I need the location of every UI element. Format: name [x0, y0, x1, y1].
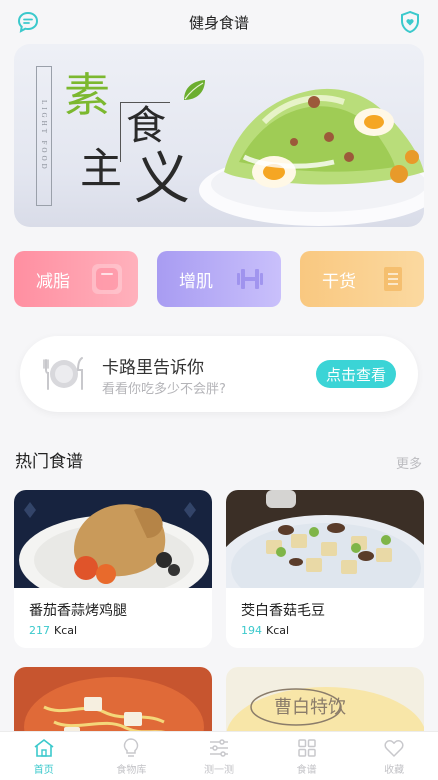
heart-icon: [382, 737, 406, 759]
top-bar: 健身食谱: [0, 0, 438, 44]
tab-label: 食谱: [296, 765, 317, 776]
bulb-icon: [119, 737, 143, 759]
recipe-calories: 217 Kcal: [29, 624, 77, 637]
tab-label: 测一测: [203, 765, 234, 776]
tab-label: 收藏: [384, 765, 405, 776]
plate-cutlery-icon: [43, 357, 83, 390]
category-fat-loss-button[interactable]: 减脂: [14, 251, 138, 307]
banner-title-char-2: 食: [126, 103, 166, 149]
tab-label: 首页: [33, 765, 54, 776]
tab-test[interactable]: 测一测: [175, 732, 263, 780]
banner-title-char-4: 义: [134, 147, 190, 212]
scale-icon: [92, 264, 122, 294]
category-label: 干货: [322, 271, 356, 292]
tab-label: 食物库: [116, 765, 147, 776]
calorie-card[interactable]: 卡路里告诉你 看看你吃多少不会胖? 点击查看: [20, 336, 418, 412]
sliders-icon: [207, 737, 231, 759]
recipe-calories: 194 Kcal: [241, 624, 289, 637]
tab-recipes[interactable]: 食谱: [263, 732, 351, 780]
shield-heart-icon[interactable]: [398, 10, 422, 34]
calorie-card-subtitle: 看看你吃多少不会胖?: [102, 382, 226, 397]
hero-banner[interactable]: LIGHT FOOD 素 食 主 义: [14, 44, 424, 227]
grid-icon: [295, 737, 319, 759]
calorie-card-title: 卡路里告诉你: [102, 358, 204, 378]
category-label: 增肌: [179, 271, 213, 292]
recipe-kcal-unit: Kcal: [266, 624, 290, 637]
recipe-card[interactable]: 茭白香菇毛豆 194 Kcal: [226, 490, 424, 648]
banner-vertical-text: LIGHT FOOD: [40, 100, 48, 172]
recipe-overlay-text: 曹白特饮: [274, 697, 346, 718]
dumbbell-icon: [235, 264, 265, 294]
tab-favorites[interactable]: 收藏: [350, 732, 438, 780]
recipe-kcal-value: 194: [241, 624, 262, 637]
recipe-image: [14, 490, 212, 588]
view-calories-button[interactable]: 点击查看: [316, 360, 396, 388]
tab-food-library[interactable]: 食物库: [88, 732, 176, 780]
recipe-image: [226, 490, 424, 588]
chat-icon[interactable]: [16, 10, 40, 34]
recipe-name: 番茄香蒜烤鸡腿: [29, 603, 127, 619]
salad-image: [199, 88, 424, 226]
recipe-kcal-value: 217: [29, 624, 50, 637]
banner-vertical-text-box: LIGHT FOOD: [36, 66, 52, 206]
more-link[interactable]: 更多: [396, 453, 422, 472]
bottom-tab-bar: 首页 食物库 测一测 食谱 收藏: [0, 731, 438, 780]
section-title: 热门食谱: [15, 452, 83, 472]
recipe-card[interactable]: 番茄香蒜烤鸡腿 217 Kcal: [14, 490, 212, 648]
banner-title-char-1: 素: [64, 68, 110, 122]
category-tips-button[interactable]: 干货: [300, 251, 424, 307]
page-title: 健身食谱: [188, 13, 249, 32]
category-muscle-button[interactable]: 增肌: [157, 251, 281, 307]
home-icon: [32, 737, 56, 759]
tab-home[interactable]: 首页: [0, 732, 88, 780]
recipe-name: 茭白香菇毛豆: [241, 603, 325, 619]
notebook-icon: [378, 264, 408, 294]
banner-title-char-3: 主: [80, 144, 123, 193]
recipe-kcal-unit: Kcal: [54, 624, 78, 637]
app-screen: 健身食谱 LIGHT FOOD 素 食 主 义 减脂 增肌 干货 卡路里告诉你 …: [0, 0, 438, 780]
category-label: 减脂: [36, 271, 70, 292]
